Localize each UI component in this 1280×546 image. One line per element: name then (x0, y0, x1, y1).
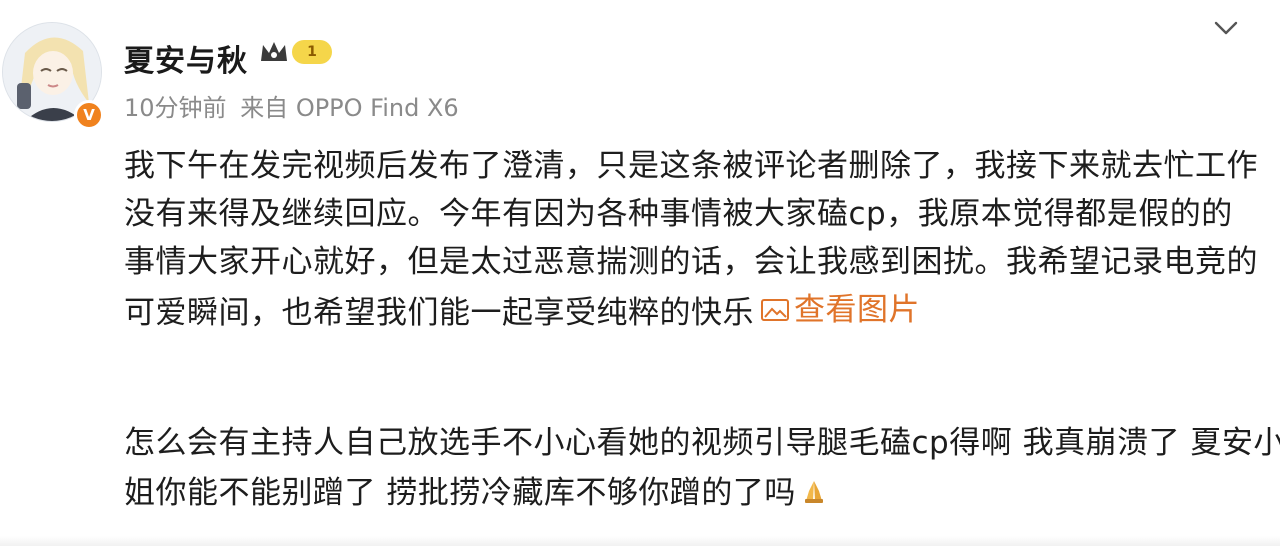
praying-hands-icon (800, 470, 828, 520)
post-time[interactable]: 10分钟前 (124, 94, 227, 122)
comment-text-line-last: 姐你能不能别蹭了 捞批捞冷藏库不够你蹭的了吗 (124, 468, 1254, 518)
view-images-link[interactable]: 查看图片 (754, 286, 920, 334)
comment-text-line: 怎么会有主持人自己放选手不小心看她的视频引导腿毛磕cp得啊 我真崩溃了 夏安小姐 (124, 425, 1280, 461)
post-text-line-last: 可爱瞬间，也希望我们能一起享受纯粹的快乐 查看图片 (124, 286, 1254, 334)
level-badge[interactable]: 1 (258, 38, 332, 66)
footer-divider (0, 536, 1280, 546)
comment-text-line: 姐你能不能别蹭了 捞批捞冷藏库不够你蹭的了吗 (124, 475, 796, 511)
comment-body: 怎么会有主持人自己放选手不小心看她的视频引导腿毛磕cp得啊 我真崩溃了 夏安小姐… (124, 418, 1280, 518)
image-icon (761, 299, 789, 321)
verified-badge: V (74, 100, 104, 130)
avatar[interactable]: V (2, 22, 104, 130)
chevron-down-icon[interactable] (1212, 14, 1240, 42)
post-text-line: 事情大家开心就好，但是太过恶意揣测的话，会让我感到困扰。我希望记录电竞的 (124, 244, 1258, 280)
level-number: 1 (292, 40, 332, 64)
username[interactable]: 夏安与秋 (124, 36, 248, 80)
view-images-label: 查看图片 (794, 292, 920, 328)
crown-icon (258, 39, 290, 65)
post-text-line: 我下午在发完视频后发布了澄清，只是这条被评论者删除了，我接下来就去忙工作 (124, 148, 1258, 184)
post-text-line: 可爱瞬间，也希望我们能一起享受纯粹的快乐 (124, 295, 754, 331)
weibo-post: V 夏安与秋 1 10分钟前 来自 OPPO Find X6 我下午在发完视频后… (0, 0, 1280, 546)
post-source: 来自 OPPO Find X6 (240, 94, 459, 122)
post-meta: 10分钟前 来自 OPPO Find X6 (124, 88, 465, 123)
post-text-line: 没有来得及继续回应。今年有因为各种事情被大家磕cp，我原本觉得都是假的的 (124, 196, 1233, 232)
post-body: 我下午在发完视频后发布了澄清，只是这条被评论者删除了，我接下来就去忙工作 没有来… (124, 142, 1258, 334)
